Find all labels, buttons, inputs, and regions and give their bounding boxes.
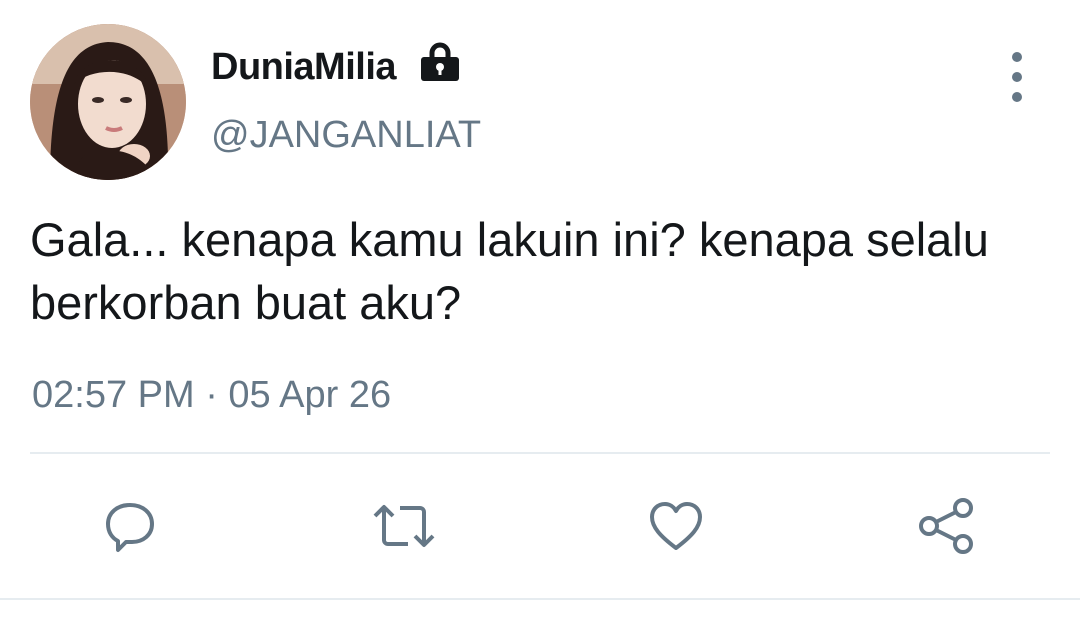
reply-button[interactable]	[96, 492, 164, 560]
like-button[interactable]	[642, 492, 710, 560]
more-dot	[1012, 72, 1022, 82]
share-button[interactable]	[912, 492, 980, 560]
avatar-photo	[30, 24, 186, 180]
reply-icon	[106, 503, 154, 552]
retweet-button[interactable]	[370, 492, 438, 560]
avatar[interactable]	[30, 24, 186, 180]
share-icon	[919, 498, 973, 554]
more-dot	[1012, 52, 1022, 62]
tweet-text: Gala... kenapa kamu lakuin ini? kenapa s…	[30, 213, 989, 329]
divider	[0, 598, 1080, 600]
user-handle[interactable]: @JANGANLIAT	[211, 110, 481, 160]
tweet-timestamp[interactable]: 02:57 PM · 05 Apr 26	[32, 370, 391, 420]
more-dot	[1012, 92, 1022, 102]
lock-icon	[421, 42, 459, 81]
tweet-card: DuniaMilia @JANGANLIAT Gala... kenapa ka…	[0, 0, 1080, 618]
divider	[30, 452, 1050, 454]
display-name[interactable]: DuniaMilia	[211, 42, 397, 92]
like-icon	[650, 502, 702, 550]
retweet-icon	[373, 505, 435, 547]
more-options-icon[interactable]	[1000, 52, 1034, 102]
